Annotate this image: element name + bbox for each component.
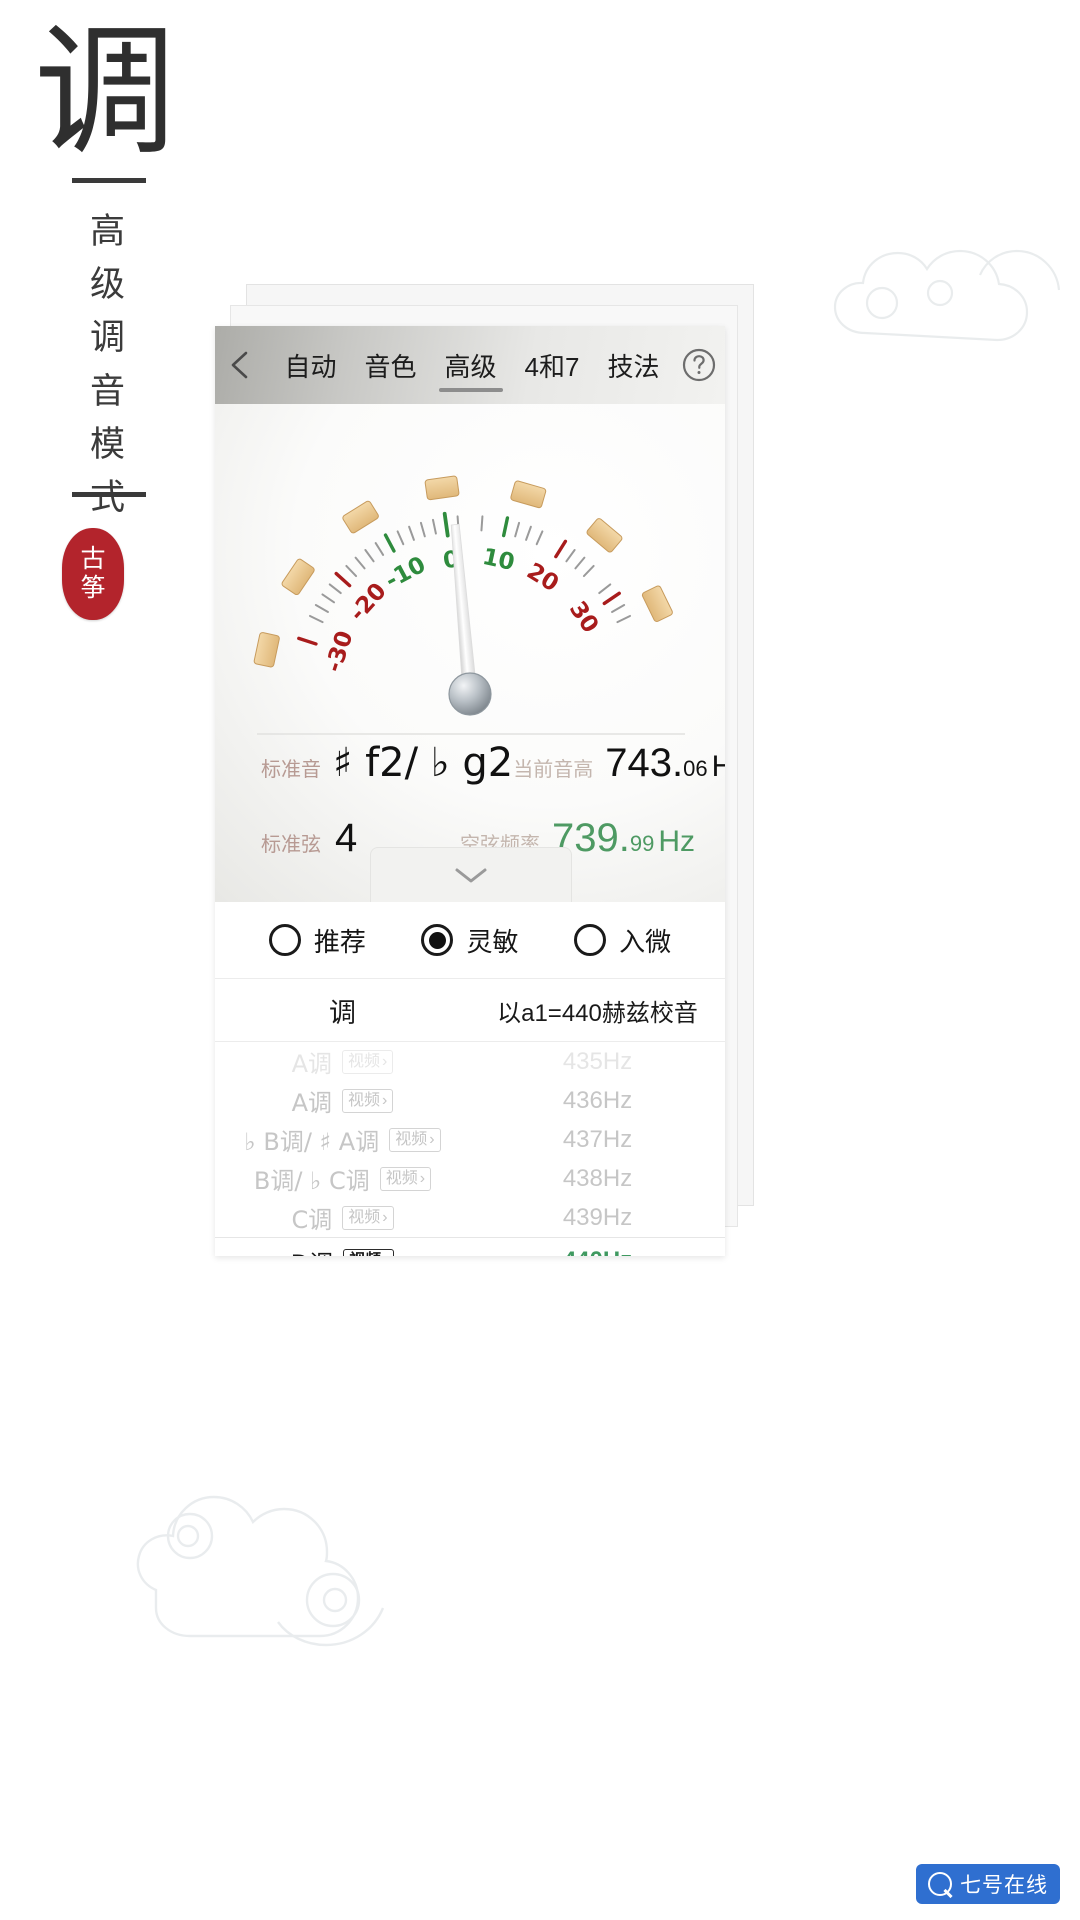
table-row-key-text: A调	[291, 1089, 333, 1117]
table-row-key: A调 视频 ›	[215, 1083, 470, 1118]
table-row[interactable]: A调 视频 › 436Hz	[215, 1081, 725, 1120]
video-badge-label: 视频	[348, 1208, 381, 1226]
tab-list: 自动 音色 高级 4和7 技法	[267, 326, 674, 404]
table-row-freq: 438Hz	[562, 1164, 633, 1192]
video-badge-label: 视频	[385, 1169, 418, 1187]
site-watermark: 七号在线	[916, 1864, 1060, 1904]
tuner-gauge-area: -30 -20 -10 0 10 20 30 标准音 ♯ f2/ ♭ g2 当前…	[215, 404, 725, 902]
table-row-key-text: ♭ B调/ ♯ A调	[244, 1128, 380, 1156]
gauge-tick-minus30: -30	[321, 628, 359, 676]
video-badge[interactable]: 视频›	[379, 1166, 432, 1191]
open-string-dec: 99	[629, 831, 655, 856]
standard-note-label: 标准音	[261, 759, 321, 781]
table-row-selected[interactable]: D调 视频› 440Hz	[215, 1237, 725, 1256]
table-row-key-text: A调	[291, 1050, 333, 1078]
tab-timbre[interactable]: 音色	[351, 326, 431, 404]
standard-string-label: 标准弦	[261, 834, 321, 856]
video-badge-label: 视频	[349, 1251, 381, 1256]
video-badge-label: 视频	[348, 1091, 381, 1109]
standard-note-value: ♯ f2/ ♭ g2	[333, 740, 514, 786]
sensitivity-option-fine[interactable]: 入微	[574, 922, 671, 959]
watermark-text: 七号在线	[960, 1874, 1048, 1897]
app-screenshot-panel: 自动 音色 高级 4和7 技法 -30 -20 -10 0 10 20 30 标…	[215, 326, 725, 1256]
chevron-down-icon	[455, 868, 487, 883]
video-badge[interactable]: 视频›	[342, 1205, 394, 1230]
gauge-needle	[450, 523, 478, 694]
open-string-unit: Hz	[658, 825, 695, 858]
table-row-key-text: D调	[291, 1244, 333, 1257]
radio-icon-recommended	[268, 924, 301, 956]
title-rule-bottom	[72, 492, 146, 497]
video-badge-label: 视频	[395, 1130, 428, 1148]
sensitivity-option-sensitive[interactable]: 灵敏	[421, 922, 518, 959]
instrument-seal-badge: 古 筝	[62, 528, 124, 620]
left-title-column: 调 高级调音模式 古 筝	[0, 0, 215, 1920]
tab-technique[interactable]: 技法	[593, 326, 673, 404]
table-row[interactable]: C调 视频 › 439Hz	[215, 1198, 725, 1237]
current-pitch-int: 743.	[605, 741, 684, 785]
table-row[interactable]: ♭ B调/ ♯ A调 视频 › 437Hz	[215, 1120, 725, 1159]
sensitivity-options: 推荐 灵敏 入微	[215, 902, 725, 979]
table-row[interactable]: B调/ ♭ C调 视频 › 438Hz	[215, 1159, 725, 1198]
gauge-tick-plus20: 20	[522, 558, 563, 597]
search-icon	[928, 1872, 952, 1896]
gauge-tick-plus30: 30	[564, 597, 603, 638]
video-badge-label: 视频	[348, 1052, 381, 1070]
table-row-key-text: B调/ ♭ C调	[253, 1167, 370, 1195]
sensitivity-label-sensitive: 灵敏	[466, 926, 519, 957]
gauge-tick-plus10: 10	[480, 544, 517, 576]
radio-icon-sensitive	[421, 924, 454, 956]
tab-advanced[interactable]: 高级	[431, 326, 511, 404]
current-pitch-dec: 06	[683, 756, 708, 781]
gauge-tick-minus20: -20	[345, 578, 392, 626]
seal-line-1: 古	[80, 545, 106, 573]
sensitivity-label-recommended: 推荐	[313, 926, 366, 957]
table-row-key-text: C调	[291, 1206, 333, 1234]
collapse-panel-button[interactable]	[370, 847, 572, 902]
key-table-body: A调 视频 › 435Hz A调 视频 › 436Hz ♭ B调/ ♯ A调 视频 ›…	[215, 1042, 725, 1256]
page-subtitle-vertical: 高级调音模式	[89, 212, 126, 517]
tab-4and7[interactable]: 4和7	[511, 326, 594, 404]
table-row-key: D调 视频›	[215, 1244, 470, 1257]
video-badge[interactable]: 视频›	[389, 1127, 441, 1152]
title-rule-top	[72, 178, 146, 183]
cloud-decoration-top-right	[830, 215, 1080, 365]
video-badge[interactable]: 视频›	[343, 1249, 395, 1256]
table-row-freq: 439Hz	[562, 1203, 633, 1231]
current-pitch-unit: Hz	[711, 750, 725, 783]
radio-icon-fine	[574, 924, 607, 956]
tab-auto[interactable]: 自动	[271, 326, 351, 404]
table-row-key: B调/ ♭ C调 视频 ›	[215, 1161, 470, 1196]
table-row-freq: 435Hz	[562, 1047, 633, 1075]
key-table-header: 调 以a1=440赫兹校音	[215, 979, 725, 1042]
table-row-key: ♭ B调/ ♯ A调 视频 ›	[215, 1122, 470, 1157]
readout-row-pitch: 标准音 ♯ f2/ ♭ g2 当前音高 743.06Hz	[261, 740, 725, 786]
readout-block: 标准音 ♯ f2/ ♭ g2 当前音高 743.06Hz 标准弦 4 空弦频率 …	[261, 740, 725, 861]
sensitivity-label-fine: 入微	[619, 926, 672, 957]
top-tab-bar: 自动 音色 高级 4和7 技法	[215, 326, 725, 404]
gauge-tick-minus10: -10	[381, 552, 430, 594]
current-pitch-label: 当前音高	[513, 759, 594, 781]
page-title-character: 调	[34, 14, 176, 172]
table-header-key: 调	[329, 997, 356, 1028]
video-badge[interactable]: 视频›	[342, 1049, 394, 1074]
table-row-freq: 436Hz	[562, 1086, 633, 1114]
question-mark-icon[interactable]	[673, 326, 725, 404]
back-arrow-icon[interactable]	[215, 326, 267, 404]
table-row-freq: 440Hz	[470, 1247, 725, 1256]
table-header-value: 以a1=440赫兹校音	[497, 999, 698, 1027]
sensitivity-option-recommended[interactable]: 推荐	[268, 922, 366, 959]
standard-string-value: 4	[335, 816, 358, 860]
current-pitch-value: 743.06Hz	[605, 741, 725, 786]
seal-line-2: 筝	[80, 575, 106, 602]
table-row-key: A调 视频 ›	[215, 1044, 470, 1079]
table-row[interactable]: A调 视频 › 435Hz	[215, 1042, 725, 1081]
open-string-value: 739.99 Hz	[552, 816, 695, 861]
video-badge[interactable]: 视频›	[342, 1088, 394, 1113]
table-row-key: C调 视频 ›	[215, 1200, 470, 1235]
table-row-freq: 437Hz	[562, 1125, 633, 1153]
